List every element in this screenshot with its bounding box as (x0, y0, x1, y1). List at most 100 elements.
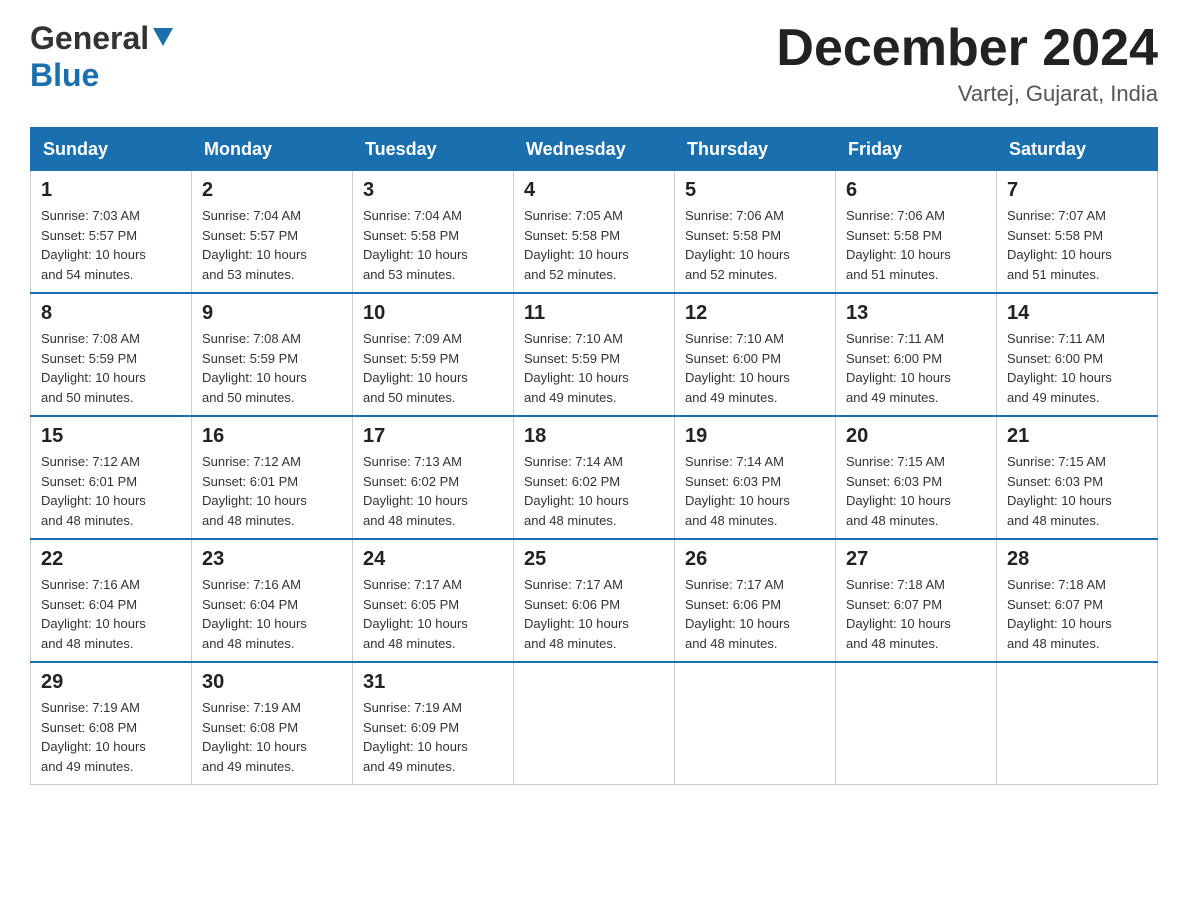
calendar-cell (997, 662, 1158, 785)
day-number: 3 (363, 179, 503, 202)
day-info: Sunrise: 7:19 AMSunset: 6:08 PMDaylight:… (202, 698, 342, 776)
calendar-cell: 4 Sunrise: 7:05 AMSunset: 5:58 PMDayligh… (514, 171, 675, 294)
day-number: 2 (202, 179, 342, 202)
day-info: Sunrise: 7:04 AMSunset: 5:58 PMDaylight:… (363, 206, 503, 284)
day-number: 28 (1007, 548, 1147, 571)
day-info: Sunrise: 7:16 AMSunset: 6:04 PMDaylight:… (202, 575, 342, 653)
calendar-cell: 3 Sunrise: 7:04 AMSunset: 5:58 PMDayligh… (353, 171, 514, 294)
day-number: 31 (363, 671, 503, 694)
page-header: General Blue December 2024 Vartej, Gujar… (30, 20, 1158, 107)
calendar-cell: 7 Sunrise: 7:07 AMSunset: 5:58 PMDayligh… (997, 171, 1158, 294)
day-number: 18 (524, 425, 664, 448)
day-info: Sunrise: 7:12 AMSunset: 6:01 PMDaylight:… (41, 452, 181, 530)
day-info: Sunrise: 7:14 AMSunset: 6:02 PMDaylight:… (524, 452, 664, 530)
day-info: Sunrise: 7:06 AMSunset: 5:58 PMDaylight:… (685, 206, 825, 284)
day-info: Sunrise: 7:18 AMSunset: 6:07 PMDaylight:… (846, 575, 986, 653)
day-number: 25 (524, 548, 664, 571)
day-info: Sunrise: 7:09 AMSunset: 5:59 PMDaylight:… (363, 329, 503, 407)
calendar-cell: 26 Sunrise: 7:17 AMSunset: 6:06 PMDaylig… (675, 539, 836, 662)
calendar-cell: 19 Sunrise: 7:14 AMSunset: 6:03 PMDaylig… (675, 416, 836, 539)
day-info: Sunrise: 7:19 AMSunset: 6:09 PMDaylight:… (363, 698, 503, 776)
day-info: Sunrise: 7:04 AMSunset: 5:57 PMDaylight:… (202, 206, 342, 284)
calendar-cell (675, 662, 836, 785)
day-number: 22 (41, 548, 181, 571)
header-saturday: Saturday (997, 128, 1158, 171)
day-info: Sunrise: 7:07 AMSunset: 5:58 PMDaylight:… (1007, 206, 1147, 284)
header-sunday: Sunday (31, 128, 192, 171)
calendar-cell: 10 Sunrise: 7:09 AMSunset: 5:59 PMDaylig… (353, 293, 514, 416)
calendar-cell (836, 662, 997, 785)
day-number: 11 (524, 302, 664, 325)
day-number: 8 (41, 302, 181, 325)
day-info: Sunrise: 7:17 AMSunset: 6:06 PMDaylight:… (685, 575, 825, 653)
title-section: December 2024 Vartej, Gujarat, India (776, 20, 1158, 107)
calendar-cell: 30 Sunrise: 7:19 AMSunset: 6:08 PMDaylig… (192, 662, 353, 785)
calendar-cell: 27 Sunrise: 7:18 AMSunset: 6:07 PMDaylig… (836, 539, 997, 662)
day-number: 30 (202, 671, 342, 694)
calendar-week-row: 15 Sunrise: 7:12 AMSunset: 6:01 PMDaylig… (31, 416, 1158, 539)
calendar-week-row: 1 Sunrise: 7:03 AMSunset: 5:57 PMDayligh… (31, 171, 1158, 294)
day-number: 6 (846, 179, 986, 202)
day-number: 23 (202, 548, 342, 571)
calendar-cell: 6 Sunrise: 7:06 AMSunset: 5:58 PMDayligh… (836, 171, 997, 294)
day-number: 17 (363, 425, 503, 448)
logo-general-text: General (30, 20, 149, 57)
calendar-cell: 20 Sunrise: 7:15 AMSunset: 6:03 PMDaylig… (836, 416, 997, 539)
day-number: 21 (1007, 425, 1147, 448)
day-info: Sunrise: 7:18 AMSunset: 6:07 PMDaylight:… (1007, 575, 1147, 653)
day-info: Sunrise: 7:13 AMSunset: 6:02 PMDaylight:… (363, 452, 503, 530)
day-number: 9 (202, 302, 342, 325)
calendar-cell: 24 Sunrise: 7:17 AMSunset: 6:05 PMDaylig… (353, 539, 514, 662)
day-number: 5 (685, 179, 825, 202)
day-number: 7 (1007, 179, 1147, 202)
calendar-cell: 17 Sunrise: 7:13 AMSunset: 6:02 PMDaylig… (353, 416, 514, 539)
calendar-cell: 1 Sunrise: 7:03 AMSunset: 5:57 PMDayligh… (31, 171, 192, 294)
day-number: 19 (685, 425, 825, 448)
location: Vartej, Gujarat, India (776, 81, 1158, 107)
header-monday: Monday (192, 128, 353, 171)
calendar-cell (514, 662, 675, 785)
calendar-cell: 12 Sunrise: 7:10 AMSunset: 6:00 PMDaylig… (675, 293, 836, 416)
day-number: 24 (363, 548, 503, 571)
day-number: 13 (846, 302, 986, 325)
day-number: 27 (846, 548, 986, 571)
day-info: Sunrise: 7:06 AMSunset: 5:58 PMDaylight:… (846, 206, 986, 284)
day-number: 10 (363, 302, 503, 325)
day-info: Sunrise: 7:17 AMSunset: 6:06 PMDaylight:… (524, 575, 664, 653)
logo-top: General (30, 20, 173, 57)
calendar-cell: 23 Sunrise: 7:16 AMSunset: 6:04 PMDaylig… (192, 539, 353, 662)
calendar-week-row: 22 Sunrise: 7:16 AMSunset: 6:04 PMDaylig… (31, 539, 1158, 662)
day-number: 29 (41, 671, 181, 694)
calendar-cell: 15 Sunrise: 7:12 AMSunset: 6:01 PMDaylig… (31, 416, 192, 539)
day-info: Sunrise: 7:16 AMSunset: 6:04 PMDaylight:… (41, 575, 181, 653)
calendar-cell: 16 Sunrise: 7:12 AMSunset: 6:01 PMDaylig… (192, 416, 353, 539)
header-tuesday: Tuesday (353, 128, 514, 171)
day-info: Sunrise: 7:05 AMSunset: 5:58 PMDaylight:… (524, 206, 664, 284)
day-number: 14 (1007, 302, 1147, 325)
calendar-cell: 5 Sunrise: 7:06 AMSunset: 5:58 PMDayligh… (675, 171, 836, 294)
logo: General Blue (30, 20, 173, 94)
day-info: Sunrise: 7:14 AMSunset: 6:03 PMDaylight:… (685, 452, 825, 530)
day-info: Sunrise: 7:11 AMSunset: 6:00 PMDaylight:… (846, 329, 986, 407)
header-friday: Friday (836, 128, 997, 171)
day-number: 4 (524, 179, 664, 202)
calendar-cell: 28 Sunrise: 7:18 AMSunset: 6:07 PMDaylig… (997, 539, 1158, 662)
day-number: 12 (685, 302, 825, 325)
header-wednesday: Wednesday (514, 128, 675, 171)
day-info: Sunrise: 7:12 AMSunset: 6:01 PMDaylight:… (202, 452, 342, 530)
logo-triangle-icon (153, 28, 173, 53)
logo-blue-text: Blue (30, 57, 99, 94)
day-info: Sunrise: 7:17 AMSunset: 6:05 PMDaylight:… (363, 575, 503, 653)
calendar-cell: 2 Sunrise: 7:04 AMSunset: 5:57 PMDayligh… (192, 171, 353, 294)
day-info: Sunrise: 7:15 AMSunset: 6:03 PMDaylight:… (846, 452, 986, 530)
day-info: Sunrise: 7:15 AMSunset: 6:03 PMDaylight:… (1007, 452, 1147, 530)
header-thursday: Thursday (675, 128, 836, 171)
day-info: Sunrise: 7:10 AMSunset: 5:59 PMDaylight:… (524, 329, 664, 407)
calendar-cell: 13 Sunrise: 7:11 AMSunset: 6:00 PMDaylig… (836, 293, 997, 416)
day-number: 16 (202, 425, 342, 448)
calendar-table: Sunday Monday Tuesday Wednesday Thursday… (30, 127, 1158, 785)
day-info: Sunrise: 7:03 AMSunset: 5:57 PMDaylight:… (41, 206, 181, 284)
day-info: Sunrise: 7:11 AMSunset: 6:00 PMDaylight:… (1007, 329, 1147, 407)
day-info: Sunrise: 7:19 AMSunset: 6:08 PMDaylight:… (41, 698, 181, 776)
day-number: 1 (41, 179, 181, 202)
